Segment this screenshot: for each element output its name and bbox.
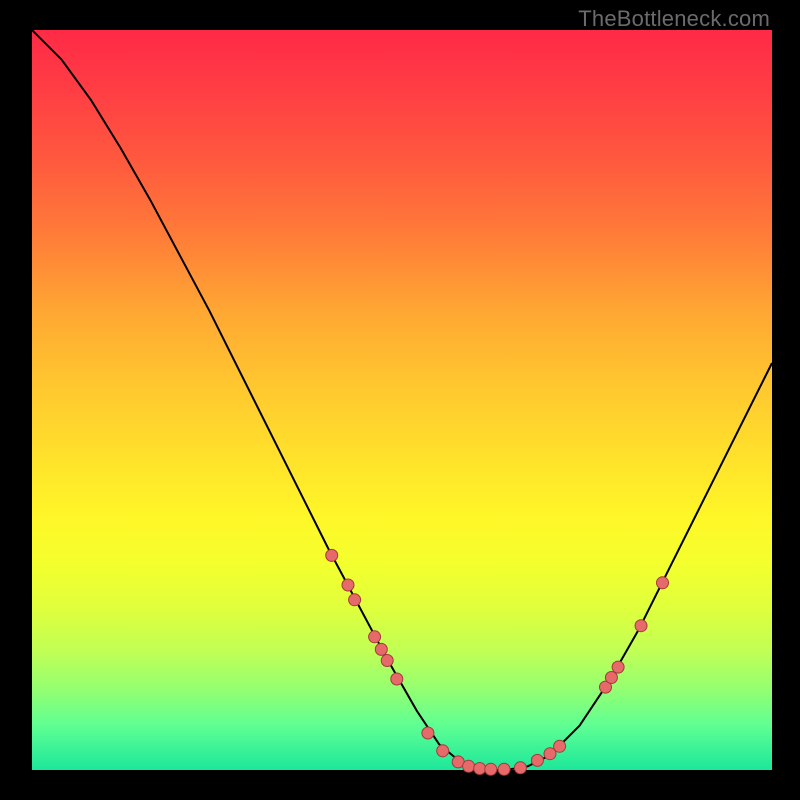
marker-point xyxy=(498,763,510,775)
marker-point xyxy=(514,762,526,774)
marker-point xyxy=(554,740,566,752)
marker-points xyxy=(326,549,669,775)
marker-point xyxy=(612,661,624,673)
marker-point xyxy=(635,620,647,632)
chart-svg xyxy=(32,30,772,770)
marker-point xyxy=(326,549,338,561)
marker-point xyxy=(485,763,497,775)
marker-point xyxy=(422,727,434,739)
marker-point xyxy=(342,579,354,591)
marker-point xyxy=(605,672,617,684)
marker-point xyxy=(381,655,393,667)
marker-point xyxy=(349,594,361,606)
curve-line xyxy=(32,30,772,770)
marker-point xyxy=(391,673,403,685)
series-curve xyxy=(32,30,772,770)
marker-point xyxy=(375,643,387,655)
marker-point xyxy=(657,577,669,589)
marker-point xyxy=(437,745,449,757)
watermark-text: TheBottleneck.com xyxy=(578,6,770,32)
marker-point xyxy=(369,631,381,643)
marker-point xyxy=(463,760,475,772)
chart-container: TheBottleneck.com xyxy=(0,0,800,800)
marker-point xyxy=(531,754,543,766)
marker-point xyxy=(474,763,486,775)
